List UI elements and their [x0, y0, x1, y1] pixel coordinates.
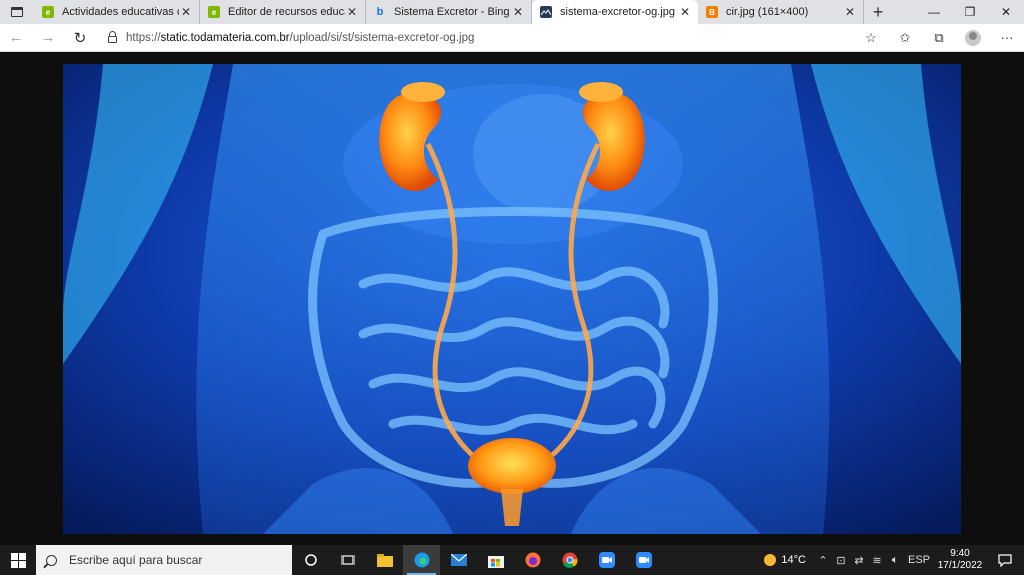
search-icon — [46, 554, 57, 566]
tab-actions-menu-button[interactable] — [0, 0, 34, 24]
tab-actividades[interactable]: e Actividades educativas de PAIE ✕ — [34, 0, 200, 24]
mail-icon — [450, 554, 467, 566]
tab-actions-icon — [11, 7, 23, 17]
clock-date: 17/1/2022 — [937, 560, 983, 571]
chrome-icon — [562, 552, 578, 568]
notification-icon — [998, 553, 1012, 567]
network-icon[interactable]: ⊡ — [832, 554, 850, 567]
avatar[interactable] — [965, 29, 981, 46]
url-host: static.todamateria.com.br — [160, 31, 290, 44]
tab-bing[interactable]: b Sistema Excretor - Bing images ✕ — [366, 0, 532, 24]
tab-title: sistema-excretor-og.jpg (1200 — [560, 6, 678, 18]
chrome-button[interactable] — [551, 545, 588, 575]
more-menu-icon[interactable]: ··· — [990, 24, 1024, 52]
folder-icon — [376, 553, 393, 567]
tab-editor[interactable]: e Editor de recursos educativos ✕ — [200, 0, 366, 24]
tab-title: cir.jpg (161×400) — [726, 6, 809, 18]
url-field[interactable]: https://static.todamateria.com.br/upload… — [126, 32, 854, 44]
new-tab-button[interactable]: + — [864, 0, 892, 24]
lock-icon[interactable] — [104, 31, 120, 43]
input-method-icon[interactable]: ⇄ — [850, 554, 868, 567]
file-explorer-button[interactable] — [366, 545, 403, 575]
firefox-button[interactable] — [514, 545, 551, 575]
firefox-icon — [525, 552, 540, 568]
close-window-button[interactable]: ✕ — [988, 0, 1024, 24]
system-tray: 14°C ⌃ ⊡ ⇄ ≋ 🔈︎ ESP 9:40 17/1/2022 — [763, 545, 1024, 575]
mail-button[interactable] — [440, 545, 477, 575]
edge-button[interactable] — [403, 545, 440, 575]
zoom-icon — [598, 552, 615, 568]
tab-title: Actividades educativas de PAIE — [62, 6, 179, 18]
tab-title: Editor de recursos educativos — [228, 6, 345, 18]
tab-strip: e Actividades educativas de PAIE ✕ e Edi… — [0, 0, 1024, 24]
search-placeholder: Escribe aquí para buscar — [69, 553, 203, 567]
close-icon[interactable]: ✕ — [678, 5, 692, 19]
chevron-up-icon[interactable]: ⌃ — [814, 554, 832, 567]
notifications-button[interactable] — [986, 553, 1024, 567]
edu-icon: e — [42, 6, 54, 18]
image-viewer — [0, 52, 1024, 545]
zoom-icon — [635, 552, 652, 568]
restore-button[interactable]: ❐ — [952, 0, 988, 24]
close-icon[interactable]: ✕ — [843, 5, 857, 19]
windows-taskbar: Escribe aquí para buscar 14°C ⌃ ⊡ ⇄ ≋ 🔈︎… — [0, 545, 1024, 575]
close-icon[interactable]: ✕ — [345, 5, 359, 19]
weather-temperature[interactable]: 14°C — [781, 554, 806, 566]
blogger-icon: B — [706, 6, 718, 18]
store-button[interactable] — [477, 545, 514, 575]
cortana-icon — [304, 554, 317, 566]
zoom-button[interactable] — [588, 545, 625, 575]
windows-logo-icon — [10, 552, 26, 568]
urinary-system-image[interactable] — [63, 64, 961, 534]
edu-icon: e — [208, 6, 220, 18]
cortana-button[interactable] — [292, 545, 329, 575]
close-icon[interactable]: ✕ — [511, 5, 525, 19]
close-icon[interactable]: ✕ — [179, 5, 193, 19]
image-icon — [540, 6, 552, 18]
url-prefix: https:// — [126, 31, 161, 44]
forward-button[interactable]: → — [32, 24, 64, 52]
zoom-meeting-button[interactable] — [625, 545, 662, 575]
favorite-star-icon[interactable]: ☆ — [854, 24, 888, 52]
back-button[interactable]: ← — [0, 24, 32, 52]
weather-sun-icon[interactable] — [763, 553, 777, 567]
volume-icon[interactable]: 🔈︎ — [886, 554, 904, 567]
task-view-button[interactable] — [329, 545, 366, 575]
store-icon — [487, 555, 504, 568]
minimize-button[interactable]: — — [916, 0, 952, 24]
task-view-icon — [340, 555, 355, 565]
language-indicator[interactable]: ESP — [904, 554, 934, 566]
url-path: /upload/si/st/sistema-excretor-og.jpg — [289, 31, 475, 44]
tab-cir[interactable]: B cir.jpg (161×400) ✕ — [698, 0, 864, 24]
wifi-icon[interactable]: ≋ — [868, 554, 886, 567]
refresh-button[interactable]: ↻ — [64, 24, 96, 52]
taskbar-search-box[interactable]: Escribe aquí para buscar — [36, 545, 292, 575]
favorites-icon[interactable]: ✩ — [888, 24, 922, 52]
window-controls: — ❐ ✕ — [916, 0, 1024, 24]
address-bar: ← → ↻ https://static.todamateria.com.br/… — [0, 24, 1024, 52]
clock[interactable]: 9:40 17/1/2022 — [934, 548, 986, 572]
start-button[interactable] — [0, 545, 36, 575]
bing-icon: b — [376, 6, 384, 18]
tab-sistema-excretor[interactable]: sistema-excretor-og.jpg (1200 ✕ — [532, 0, 698, 24]
clock-time: 9:40 — [950, 548, 970, 559]
edge-icon — [414, 552, 429, 568]
collections-icon[interactable]: ⧉ — [922, 24, 956, 52]
tab-title: Sistema Excretor - Bing images — [394, 6, 511, 18]
